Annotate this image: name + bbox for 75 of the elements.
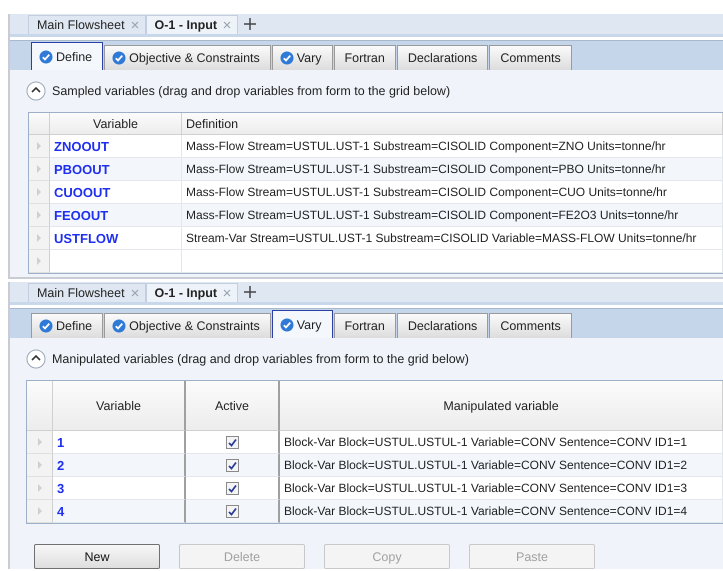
collapse-toggle-icon[interactable] — [26, 349, 46, 369]
definition-cell: Mass-Flow Stream=USTUL.UST-1 Substream=CISOLID Component=PBO Units=tonne/hr — [182, 158, 723, 181]
form-tab[interactable]: Objective & Constraints — [104, 313, 271, 338]
row-header[interactable] — [27, 454, 53, 477]
row-marker-icon — [36, 141, 42, 151]
document-tab[interactable]: Main Flowsheet — [28, 283, 146, 302]
close-icon[interactable] — [223, 21, 232, 29]
row-header[interactable] — [27, 500, 53, 523]
active-checkbox[interactable] — [226, 482, 238, 494]
row-marker-icon — [36, 506, 42, 516]
row-marker-icon — [36, 210, 42, 220]
column-header[interactable]: Definition — [182, 113, 723, 135]
check-circle-icon — [112, 51, 126, 65]
row-marker-icon — [36, 233, 42, 243]
check-circle-icon — [280, 51, 294, 65]
row-marker-icon — [36, 483, 42, 493]
check-circle-icon — [112, 319, 126, 333]
definition-cell: Mass-Flow Stream=USTUL.UST-1 Substream=CISOLID Component=FE2O3 Units=tonne/hr — [182, 204, 723, 227]
row-marker-icon — [36, 164, 42, 174]
close-icon[interactable] — [223, 289, 232, 297]
form-tab[interactable]: Objective & Constraints — [104, 45, 271, 70]
column-header[interactable]: Variable — [53, 381, 186, 431]
section-title: Manipulated variables (drag and drop variables from form to the grid below) — [52, 352, 469, 366]
form-tab[interactable]: Comments — [489, 313, 572, 338]
close-icon[interactable] — [130, 289, 139, 297]
grid-corner — [29, 113, 50, 135]
grid-corner — [27, 381, 53, 431]
row-marker-icon — [36, 437, 42, 447]
row-header[interactable] — [27, 477, 53, 500]
empty-cell[interactable] — [182, 250, 723, 273]
row-header[interactable] — [29, 227, 50, 250]
variable-cell[interactable]: USTFLOW — [50, 227, 182, 250]
variable-cell[interactable]: 2 — [53, 454, 186, 477]
column-header[interactable]: Manipulated variable — [280, 381, 723, 431]
form-tab[interactable]: Declarations — [396, 313, 488, 338]
check-circle-icon — [39, 319, 53, 333]
row-header[interactable] — [29, 135, 50, 158]
form-tab[interactable]: Declarations — [396, 45, 488, 70]
row-marker-icon — [36, 460, 42, 470]
add-tab-icon[interactable] — [242, 284, 258, 300]
variable-cell[interactable]: FEOOUT — [50, 204, 182, 227]
check-circle-icon — [39, 50, 53, 64]
active-checkbox[interactable] — [226, 436, 238, 448]
active-checkbox[interactable] — [226, 458, 238, 472]
row-header[interactable] — [29, 250, 50, 273]
row-header[interactable] — [29, 204, 50, 227]
column-header[interactable]: Variable — [50, 113, 182, 135]
row-marker-icon — [36, 256, 42, 266]
form-tab[interactable]: Define — [31, 313, 104, 338]
row-header[interactable] — [29, 158, 50, 181]
row-header[interactable] — [29, 181, 50, 204]
active-checkbox[interactable] — [226, 504, 238, 518]
form-tab[interactable]: Vary — [272, 45, 333, 70]
definition-cell: Block-Var Block=USTUL.USTUL-1 Variable=CONV Sentence=CONV ID1=4 — [280, 500, 723, 523]
document-tab[interactable]: Main Flowsheet — [28, 15, 146, 34]
form-tab[interactable]: Define — [31, 42, 104, 70]
check-circle-icon — [280, 318, 294, 332]
grid-action-button[interactable]: New — [34, 544, 160, 569]
collapse-toggle-icon[interactable] — [26, 81, 46, 101]
row-marker-icon — [36, 187, 42, 197]
add-tab-icon[interactable] — [242, 16, 258, 32]
row-header[interactable] — [27, 431, 53, 454]
section-title: Sampled variables (drag and drop variables from form to the grid below) — [52, 84, 450, 98]
column-header[interactable]: Active — [186, 381, 280, 431]
form-tab[interactable]: Fortran — [334, 45, 396, 70]
definition-cell: Block-Var Block=USTUL.USTUL-1 Variable=CONV Sentence=CONV ID1=2 — [280, 454, 723, 477]
variable-cell[interactable]: PBOOUT — [50, 158, 182, 181]
form-tab[interactable]: Vary — [272, 310, 333, 338]
variable-cell[interactable]: 4 — [53, 500, 186, 523]
document-tab[interactable]: O-1 - Input — [146, 15, 238, 34]
document-tab[interactable]: O-1 - Input — [146, 283, 238, 302]
form-tab[interactable]: Fortran — [334, 313, 396, 338]
form-tab[interactable]: Comments — [489, 45, 572, 70]
definition-cell: Stream-Var Stream=USTUL.UST-1 Substream=CISOLID Variable=MASS-FLOW Units=tonne/hr — [182, 227, 723, 250]
close-icon[interactable] — [130, 21, 139, 29]
